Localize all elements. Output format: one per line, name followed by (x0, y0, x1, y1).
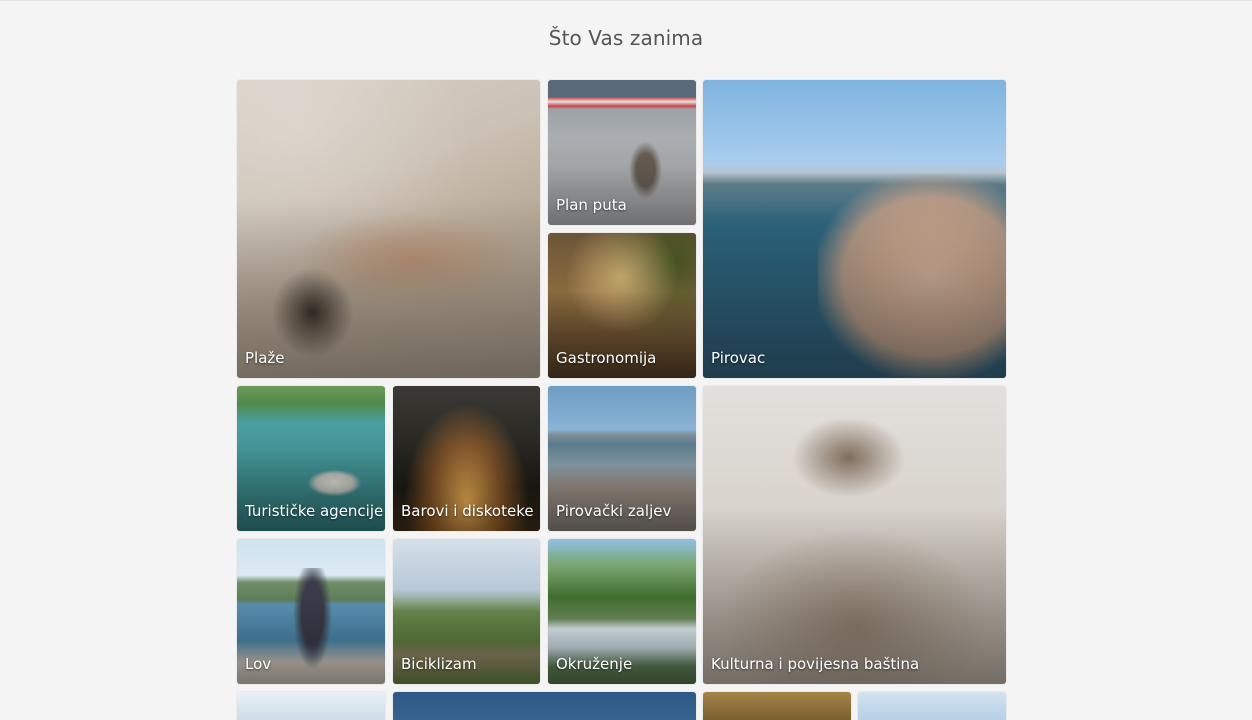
tile-plan-puta[interactable]: Plan puta (548, 80, 696, 225)
tile-gastronomija[interactable]: Gastronomija (548, 233, 696, 378)
tile-row4-2[interactable] (393, 692, 696, 720)
sky-photo (858, 692, 1006, 720)
tile-kulturna-i-povijesna-bastina[interactable]: Kulturna i povijesna baština (703, 386, 1006, 684)
section-title: Što Vas zanima (548, 25, 704, 50)
tile-label: Turističke agencije (245, 502, 384, 520)
tile-label: Plan puta (556, 196, 627, 214)
tile-label: Lov (245, 655, 272, 673)
tile-row4-4[interactable] (858, 692, 1006, 720)
tile-okruzenje[interactable]: Okruženje (548, 539, 696, 684)
tile-pirovacki-zaljev[interactable]: Pirovački zaljev (548, 386, 696, 531)
tile-label: Biciklizam (401, 655, 477, 673)
tile-biciklizam[interactable]: Biciklizam (393, 539, 540, 684)
sea-photo (393, 692, 696, 720)
tile-label: Gastronomija (556, 349, 657, 367)
tile-label: Pirovac (711, 349, 766, 367)
tile-row4-1[interactable] (237, 692, 385, 720)
tile-lov[interactable]: Lov (237, 539, 385, 684)
tile-row4-3[interactable] (703, 692, 851, 720)
tile-pirovac[interactable]: Pirovac (703, 80, 1006, 378)
tile-label: Barovi i diskoteke (401, 502, 534, 520)
tile-barovi-i-diskoteke[interactable]: Barovi i diskoteke (393, 386, 540, 531)
tile-turisticke-agencije[interactable]: Turističke agencije (237, 386, 385, 531)
tile-label: Pirovački zaljev (556, 502, 672, 520)
top-divider (0, 0, 1252, 1)
tile-label: Kulturna i povijesna baština (711, 655, 920, 673)
field-photo (703, 692, 851, 720)
tile-plaze[interactable]: Plaže (237, 80, 540, 378)
tile-label: Plaže (245, 349, 285, 367)
sky-photo (237, 692, 385, 720)
tile-label: Okruženje (556, 655, 633, 673)
